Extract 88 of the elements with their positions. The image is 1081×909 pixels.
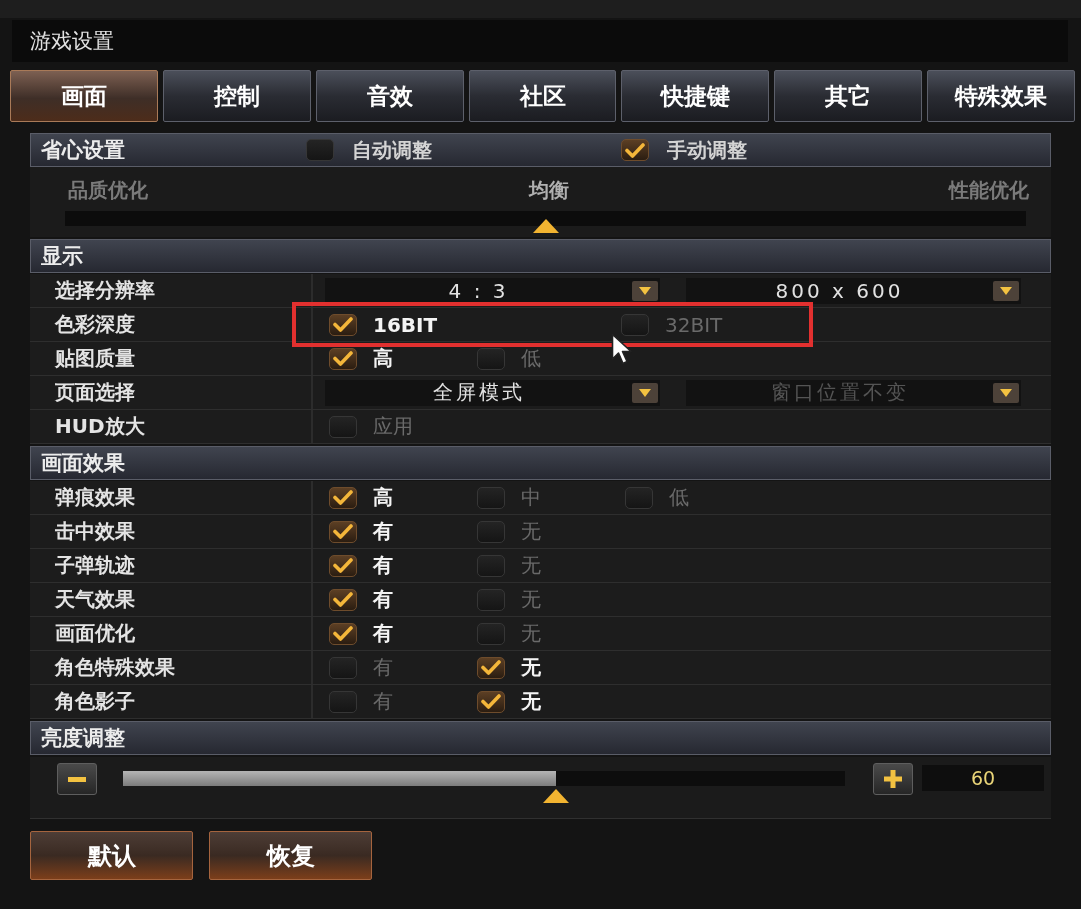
checkbox[interactable] (625, 486, 653, 509)
checkbox[interactable] (477, 554, 505, 577)
checkmark-icon (333, 490, 353, 505)
option-label: 高 (373, 484, 393, 511)
tab[interactable]: 社区 (468, 70, 617, 122)
checkbox[interactable] (329, 313, 357, 336)
checkmark-icon (333, 524, 353, 539)
checkbox[interactable] (329, 622, 357, 645)
caret-icon (993, 382, 1019, 403)
preset-label: 品质优化 (68, 177, 148, 201)
option-label: 32BIT (665, 312, 723, 337)
checkbox[interactable] (329, 554, 357, 577)
checkbox[interactable] (477, 347, 505, 370)
checkbox[interactable] (477, 520, 505, 543)
dropdown[interactable]: 全屏模式 (325, 379, 660, 406)
option-label: 有 (373, 552, 393, 579)
checkbox[interactable] (477, 656, 505, 679)
option-label: 无 (521, 688, 541, 715)
slider-thumb[interactable] (532, 219, 559, 233)
minus-icon (68, 776, 86, 782)
option-label: 无 (521, 552, 541, 579)
value-field: 60 (922, 765, 1044, 791)
slider-thumb[interactable] (543, 789, 570, 803)
section-title: 亮度调整 (41, 725, 125, 752)
checkbox[interactable] (329, 656, 357, 679)
preset-label: 性能优化 (949, 177, 1029, 201)
option-label: 无 (521, 654, 541, 681)
checkmark-icon (333, 626, 353, 641)
section-title: 省心设置 (41, 137, 126, 164)
option-label: 有 (373, 654, 393, 681)
checkmark-icon (333, 317, 353, 332)
checkbox[interactable] (477, 622, 505, 645)
tab[interactable]: 快捷键 (621, 70, 770, 122)
slider-track[interactable] (65, 211, 1026, 233)
caret-icon (632, 280, 658, 301)
section-title: 画面效果 (41, 450, 125, 477)
checkmark-icon (333, 351, 353, 366)
dropdown[interactable]: 4 : 3 (325, 277, 660, 304)
option-label: 自动调整 (352, 136, 432, 164)
checkbox[interactable] (329, 415, 357, 438)
checkmark-icon (625, 142, 645, 158)
checkmark-icon (481, 660, 501, 675)
checkbox[interactable] (306, 139, 334, 161)
action-button[interactable]: 恢复 (209, 831, 372, 880)
tab[interactable]: 音效 (315, 70, 464, 122)
action-button[interactable]: 默认 (30, 831, 193, 880)
option-label: 有 (373, 620, 393, 647)
option-label: 手动调整 (667, 136, 747, 164)
checkbox[interactable] (329, 347, 357, 370)
setting-label: 角色影子 (30, 685, 313, 718)
section-title: 显示 (41, 243, 83, 270)
caret-icon (632, 382, 658, 403)
decrease-button[interactable] (57, 763, 97, 795)
option-label: 16BIT (373, 312, 438, 337)
increase-button[interactable] (873, 763, 913, 795)
tab[interactable]: 其它 (774, 70, 923, 122)
checkmark-icon (333, 592, 353, 607)
setting-label: HUD放大 (30, 410, 313, 443)
tab[interactable]: 画面 (10, 70, 158, 122)
checkbox[interactable] (329, 486, 357, 509)
option-label: 中 (521, 484, 541, 511)
option-label: 高 (373, 345, 393, 372)
checkbox[interactable] (329, 690, 357, 713)
tab[interactable]: 特殊效果 (927, 70, 1075, 122)
checkbox[interactable] (477, 486, 505, 509)
checkmark-icon (481, 694, 501, 709)
option-label: 无 (521, 620, 541, 647)
checkbox[interactable] (621, 139, 649, 161)
checkbox[interactable] (621, 313, 649, 336)
option-label: 无 (521, 518, 541, 545)
option-label: 应用 (373, 413, 413, 440)
window-title: 游戏设置 (30, 28, 114, 55)
tab[interactable]: 控制 (162, 70, 311, 122)
option-label: 低 (521, 345, 541, 372)
option-label: 有 (373, 586, 393, 613)
option-label: 低 (669, 484, 689, 511)
option-label: 无 (521, 586, 541, 613)
checkbox[interactable] (329, 520, 357, 543)
preset-label: 均衡 (528, 177, 569, 201)
checkbox[interactable] (477, 690, 505, 713)
caret-icon (993, 280, 1019, 301)
checkbox[interactable] (329, 588, 357, 611)
option-label: 有 (373, 688, 393, 715)
checkbox[interactable] (477, 588, 505, 611)
option-label: 有 (373, 518, 393, 545)
dropdown[interactable]: 800 x 600 (686, 277, 1021, 304)
plus-icon (884, 770, 902, 788)
checkmark-icon (333, 558, 353, 573)
